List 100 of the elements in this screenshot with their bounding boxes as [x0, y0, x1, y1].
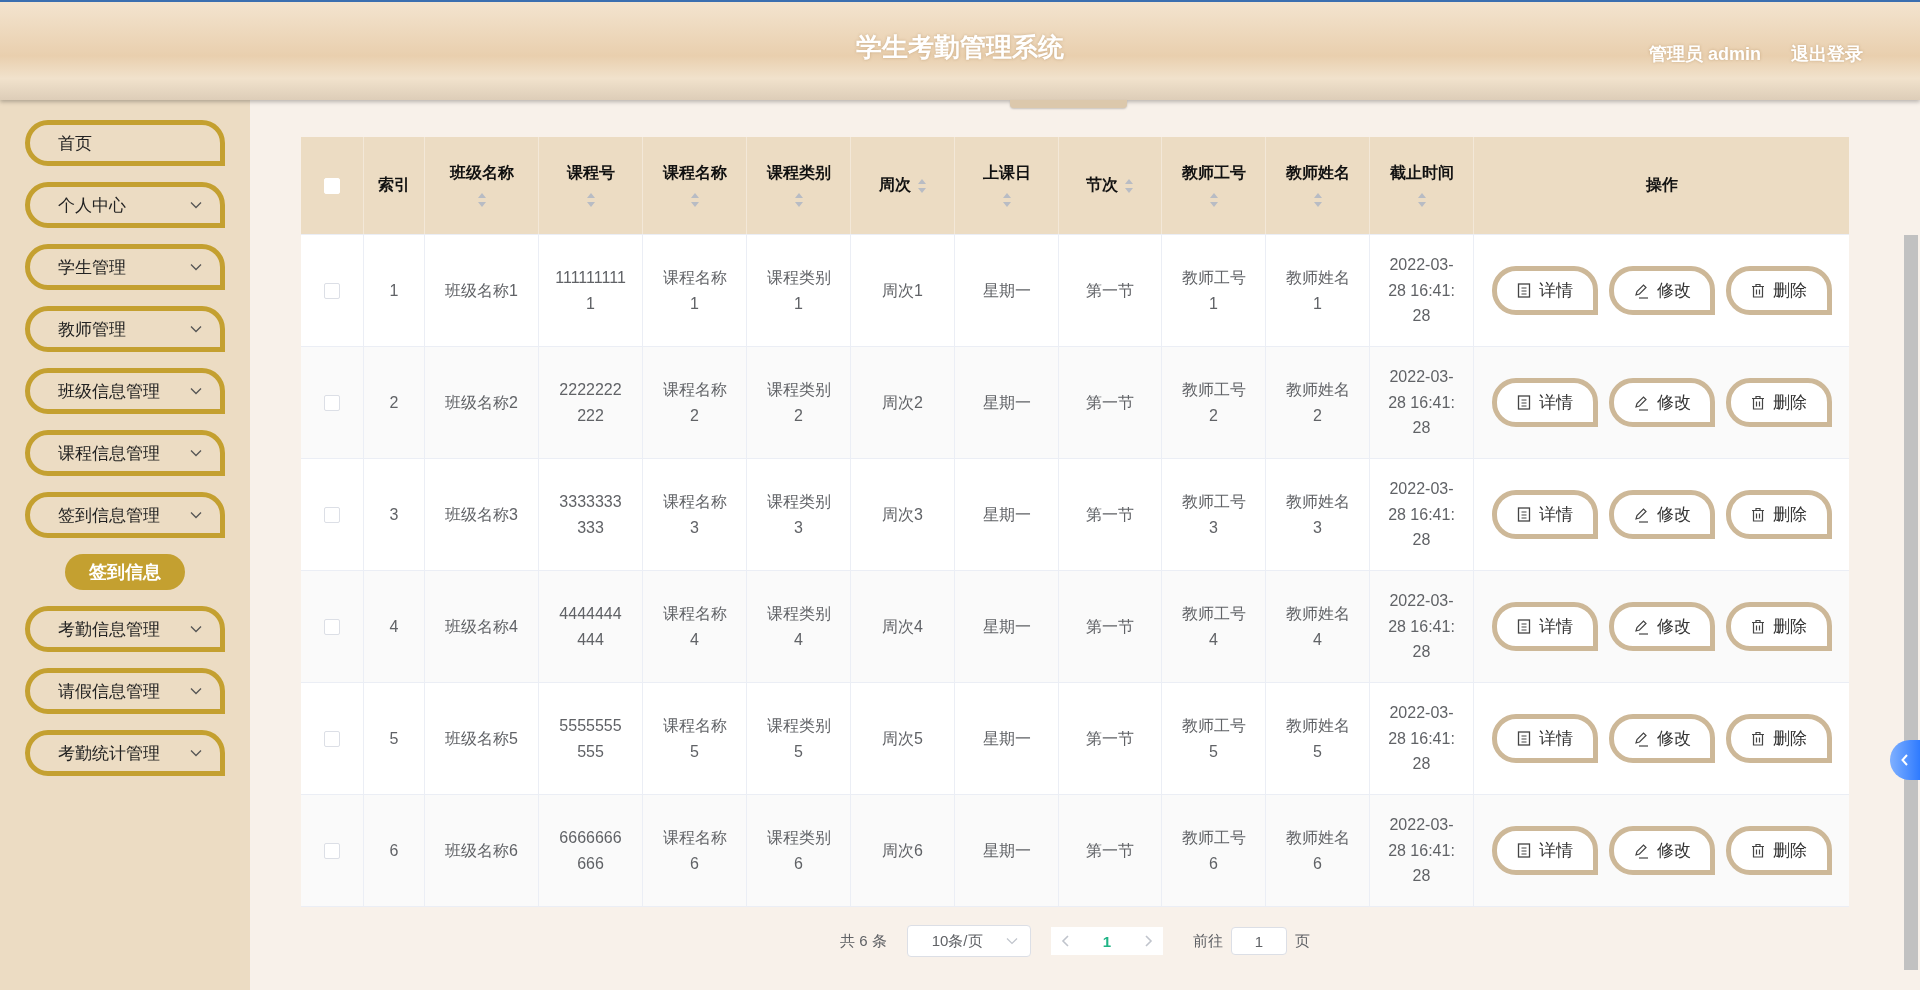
chevron-left-icon [1900, 753, 1910, 767]
menu-item[interactable]: 考勤信息管理 [25, 606, 225, 652]
table-cell-text: 2022-03-28 16:41:28 [1387, 591, 1456, 663]
table-cell-text: 2022-03-28 16:41:28 [1387, 255, 1456, 327]
row-checkbox[interactable] [324, 618, 340, 635]
chevron-down-icon [190, 325, 202, 333]
collapse-handle[interactable] [1890, 740, 1920, 780]
table-cell-text: 课程类别6 [765, 827, 832, 874]
table-cell-text: 班级名称5 [445, 728, 518, 749]
column-header: 节次 [1086, 175, 1118, 195]
sort-icon[interactable] [476, 192, 487, 208]
chevron-down-icon [190, 449, 202, 457]
detail-button[interactable]: 详情 [1491, 602, 1598, 651]
table-cell-text: 4 [389, 616, 399, 637]
table-cell-text: 课程名称4 [661, 603, 728, 650]
table-cell-text: 教师工号2 [1180, 379, 1247, 426]
menu-item[interactable]: 学生管理 [25, 244, 225, 290]
table-cell-text: 周次3 [882, 504, 923, 525]
trash-icon [1750, 507, 1765, 522]
menu-item[interactable]: 考勤统计管理 [25, 730, 225, 776]
table-cell-text: 2022-03-28 16:41:28 [1387, 703, 1456, 775]
edit-button[interactable]: 修改 [1608, 602, 1715, 651]
table-cell-text: 星期一 [982, 504, 1031, 525]
table-cell-text: 第一节 [1086, 616, 1134, 637]
menu-item[interactable]: 教师管理 [25, 306, 225, 352]
column-header: 课程类别 [766, 163, 831, 183]
delete-button[interactable]: 删除 [1725, 490, 1832, 539]
table-cell-text: 课程名称6 [661, 827, 728, 874]
menu-item[interactable]: 个人中心 [25, 182, 225, 228]
menu-item[interactable]: 签到信息管理 [25, 492, 225, 538]
table-cell-text: 课程类别3 [765, 491, 832, 538]
pencil-icon [1632, 394, 1649, 411]
sort-icon[interactable] [793, 192, 804, 208]
menu-item[interactable]: 首页 [25, 120, 225, 166]
table-cell-text: 课程名称2 [661, 379, 728, 426]
document-icon [1516, 283, 1531, 298]
table-cell-text: 1 [389, 280, 399, 301]
table-cell-text: 教师工号3 [1180, 491, 1247, 538]
previous-page-icon[interactable] [1060, 934, 1071, 948]
row-checkbox[interactable] [324, 282, 340, 299]
detail-button[interactable]: 详情 [1491, 266, 1598, 315]
sort-icon[interactable] [1001, 192, 1012, 208]
column-header: 班级名称 [449, 163, 514, 183]
chevron-down-icon [190, 687, 202, 695]
select-all-checkbox[interactable] [324, 177, 340, 194]
row-checkbox[interactable] [324, 842, 340, 859]
sort-icon[interactable] [585, 192, 596, 208]
pencil-icon [1632, 730, 1649, 747]
edit-button[interactable]: 修改 [1608, 714, 1715, 763]
page-size-select[interactable]: 10条/页 [906, 925, 1031, 957]
table-cell-text: 班级名称2 [445, 392, 518, 413]
delete-button[interactable]: 删除 [1725, 714, 1832, 763]
sort-icon[interactable] [689, 192, 700, 208]
table-cell-text: 6 [389, 840, 399, 861]
row-checkbox[interactable] [324, 394, 340, 411]
table-cell-text: 3333333333 [558, 491, 623, 538]
column-header: 教师工号 [1181, 163, 1246, 183]
detail-button[interactable]: 详情 [1491, 378, 1598, 427]
detail-button[interactable]: 详情 [1491, 490, 1598, 539]
next-page-icon[interactable] [1143, 934, 1153, 948]
table-cell-text: 星期一 [982, 616, 1031, 637]
delete-button[interactable]: 删除 [1725, 378, 1832, 427]
chevron-down-icon [190, 263, 202, 271]
scrollbar[interactable] [1904, 235, 1918, 970]
column-header: 上课日 [982, 163, 1031, 183]
row-checkbox[interactable] [324, 730, 340, 747]
sort-icon[interactable] [916, 177, 927, 194]
sort-icon[interactable] [1416, 192, 1427, 208]
table-cell-text: 4444444444 [558, 603, 623, 650]
table-cell-text: 教师姓名3 [1284, 491, 1351, 538]
table-cell-text: 教师工号4 [1180, 603, 1247, 650]
document-icon [1516, 395, 1531, 410]
trash-icon [1750, 395, 1765, 410]
menu-item[interactable]: 请假信息管理 [25, 668, 225, 714]
sort-icon[interactable] [1124, 177, 1134, 194]
menu-item[interactable]: 课程信息管理 [25, 430, 225, 476]
delete-button[interactable]: 删除 [1725, 266, 1832, 315]
sort-icon[interactable] [1208, 192, 1219, 208]
pencil-icon [1632, 842, 1649, 859]
edit-button[interactable]: 修改 [1608, 378, 1715, 427]
table-cell-text: 第一节 [1086, 840, 1134, 861]
table-cell-text: 5555555555 [558, 715, 623, 762]
detail-button[interactable]: 详情 [1491, 714, 1598, 763]
table-cell-text: 课程名称3 [661, 491, 728, 538]
table-cell-text: 教师姓名1 [1284, 267, 1351, 314]
delete-button[interactable]: 删除 [1725, 602, 1832, 651]
goto-page-field[interactable]: 1 [1231, 927, 1287, 955]
delete-button[interactable]: 删除 [1725, 826, 1832, 875]
edit-button[interactable]: 修改 [1608, 266, 1715, 315]
menu-item[interactable]: 班级信息管理 [25, 368, 225, 414]
chevron-down-icon [190, 625, 202, 633]
row-checkbox[interactable] [324, 506, 340, 523]
sort-icon[interactable] [1312, 192, 1323, 208]
detail-button[interactable]: 详情 [1491, 826, 1598, 875]
table-cell-text: 教师姓名2 [1284, 379, 1351, 426]
chevron-down-icon [1005, 937, 1018, 945]
column-header: 操作 [1645, 175, 1678, 195]
column-header: 课程号 [566, 163, 615, 183]
edit-button[interactable]: 修改 [1608, 490, 1715, 539]
edit-button[interactable]: 修改 [1608, 826, 1715, 875]
